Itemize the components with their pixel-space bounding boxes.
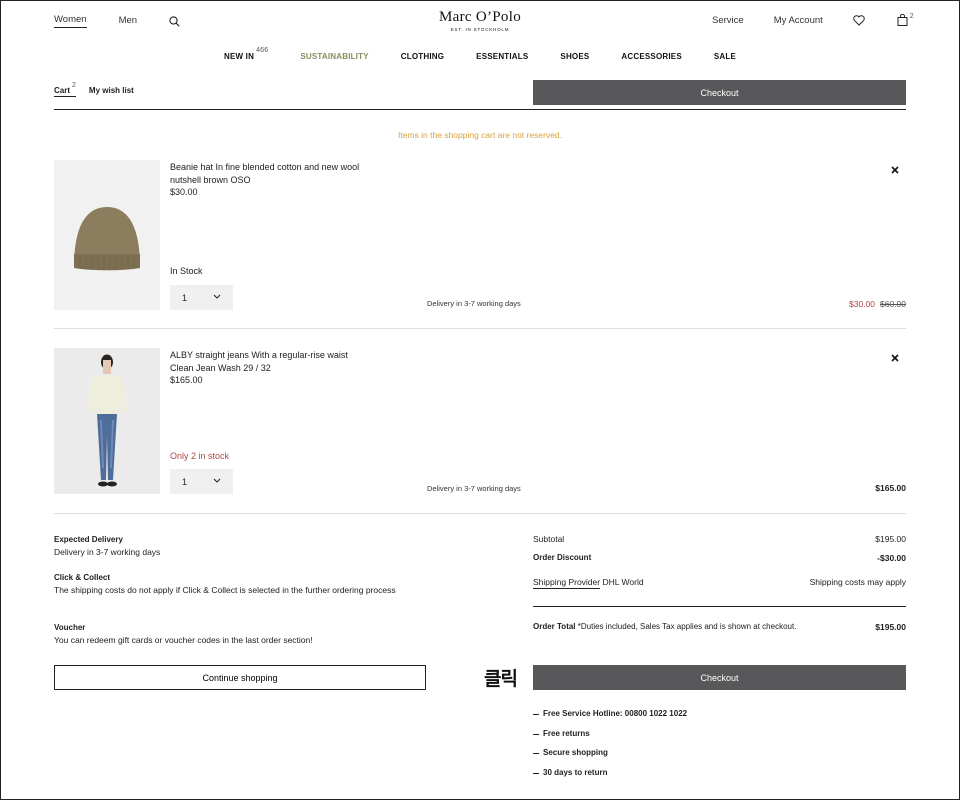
logo-subtitle: EST. IN STOCKHOLM bbox=[450, 27, 510, 32]
product-image-beanie[interactable] bbox=[54, 160, 160, 310]
voucher-info: Voucher You can redeem gift cards or vou… bbox=[54, 621, 414, 647]
shipping-note: Shipping costs may apply bbox=[809, 577, 906, 587]
item-1-stock: In Stock bbox=[170, 266, 203, 276]
item-1-details: Beanie hat In fine blended cotton and ne… bbox=[170, 161, 390, 199]
discount-value: -$30.00 bbox=[877, 553, 906, 563]
continue-shopping-button[interactable]: Continue shopping bbox=[54, 665, 426, 690]
item-2-stock: Only 2 in stock bbox=[170, 451, 230, 461]
shipping-info: Shipping Provider DHL World bbox=[533, 577, 644, 589]
dash-icon bbox=[533, 753, 539, 754]
divider bbox=[54, 513, 906, 514]
subtotal-value: $195.00 bbox=[875, 534, 906, 544]
list-item: Free Service Hotline: 00800 1022 1022 bbox=[533, 709, 687, 729]
benefit-hotline: Free Service Hotline: 00800 1022 1022 bbox=[543, 709, 688, 718]
click-annotation-label: 클릭 bbox=[484, 668, 518, 690]
total-value: $195.00 bbox=[875, 622, 906, 632]
item-2-title[interactable]: ALBY straight jeans With a regular-rise … bbox=[170, 349, 390, 362]
item-1-qty-value: 1 bbox=[182, 292, 188, 303]
voucher-title: Voucher bbox=[54, 623, 86, 632]
tab-wishlist[interactable]: My wish list bbox=[89, 86, 134, 97]
item-2-price: $165.00 bbox=[170, 375, 203, 385]
tab-cart[interactable]: Cart2 bbox=[54, 82, 76, 97]
divider bbox=[54, 328, 906, 329]
click-collect-text: The shipping costs do not apply if Click… bbox=[54, 585, 396, 595]
click-collect-info: Click & Collect The shipping costs do no… bbox=[54, 571, 414, 597]
expected-delivery-info: Expected Delivery Delivery in 3-7 workin… bbox=[54, 533, 414, 559]
remove-item-2-close-icon[interactable] bbox=[889, 351, 901, 363]
total-label-group: Order Total *Duties included, Sales Tax … bbox=[533, 622, 796, 632]
account-nav: Service My Account 2 bbox=[712, 12, 914, 26]
list-item: Free returns bbox=[533, 729, 687, 749]
item-1-quantity-select[interactable]: 1 bbox=[170, 285, 233, 310]
item-2-variant: Clean Jean Wash 29 / 32 bbox=[170, 362, 271, 373]
cart-tabs: Cart2 My wish list bbox=[54, 82, 147, 97]
item-1-sale-price: $30.00 bbox=[849, 299, 875, 309]
click-collect-title: Click & Collect bbox=[54, 573, 111, 582]
benefits-list: Free Service Hotline: 00800 1022 1022 Fr… bbox=[533, 709, 687, 787]
discount-row: Order Discount -$30.00 bbox=[533, 553, 906, 563]
item-1-price: $30.00 bbox=[170, 187, 198, 197]
shipping-row: Shipping Provider DHL World Shipping cos… bbox=[533, 577, 906, 589]
discount-label: Order Discount bbox=[533, 553, 592, 562]
item-2-quantity-select[interactable]: 1 bbox=[170, 469, 233, 494]
item-1-delivery: Delivery in 3-7 working days bbox=[427, 299, 521, 308]
dash-icon bbox=[533, 772, 539, 774]
expected-delivery-title: Expected Delivery bbox=[54, 535, 123, 544]
item-2-qty-value: 1 bbox=[182, 476, 188, 487]
item-2-total: $165.00 bbox=[875, 483, 906, 493]
list-item: 30 days to return bbox=[533, 768, 687, 788]
checkout-button-bottom[interactable]: Checkout bbox=[533, 665, 906, 690]
item-1-old-price: $60.00 bbox=[880, 299, 906, 309]
nav-accessories[interactable]: ACCESSORIES bbox=[621, 52, 681, 61]
total-note: *Duties included, Sales Tax applies and … bbox=[577, 622, 797, 631]
heart-icon[interactable] bbox=[853, 14, 865, 26]
product-image-jeans[interactable] bbox=[54, 348, 160, 494]
subtotal-row: Subtotal $195.00 bbox=[533, 534, 906, 544]
shopping-bag-icon[interactable] bbox=[897, 14, 908, 26]
shipping-provider-link[interactable]: Shipping Provider bbox=[533, 577, 601, 589]
nav-shoes[interactable]: SHOES bbox=[560, 52, 589, 61]
item-2-delivery: Delivery in 3-7 working days bbox=[427, 484, 521, 493]
total-row: Order Total *Duties included, Sales Tax … bbox=[533, 622, 906, 632]
divider bbox=[54, 109, 906, 110]
shipping-provider-name: DHL World bbox=[602, 577, 644, 587]
main-navigation: NEW IN466 SUSTAINABILITY CLOTHING ESSENT… bbox=[0, 47, 960, 61]
new-in-count: 466 bbox=[256, 47, 269, 54]
nav-sustainability[interactable]: SUSTAINABILITY bbox=[300, 52, 368, 61]
benefit-returns: Free returns bbox=[543, 728, 590, 738]
remove-item-1-close-icon[interactable] bbox=[889, 163, 901, 175]
item-2-details: ALBY straight jeans With a regular-rise … bbox=[170, 349, 390, 387]
tab-cart-label: Cart bbox=[54, 86, 71, 95]
benefit-secure: Secure shopping bbox=[543, 748, 608, 757]
benefit-return-window: 30 days to return bbox=[543, 767, 608, 777]
nav-clothing[interactable]: CLOTHING bbox=[401, 52, 444, 61]
chevron-down-icon bbox=[213, 476, 221, 486]
divider bbox=[533, 606, 906, 607]
subtotal-label: Subtotal bbox=[533, 534, 565, 544]
nav-essentials[interactable]: ESSENTIALS bbox=[476, 52, 528, 61]
checkout-button-top[interactable]: Checkout bbox=[533, 80, 906, 105]
item-1-price-summary: $30.00 $60.00 bbox=[849, 299, 906, 309]
expected-delivery-text: Delivery in 3-7 working days bbox=[54, 547, 161, 557]
dash-icon bbox=[533, 733, 539, 735]
cart-count: 2 bbox=[72, 82, 76, 89]
item-1-variant: nutshell brown OSO bbox=[170, 174, 251, 185]
service-link[interactable]: Service bbox=[712, 15, 744, 26]
cart-notice: Items in the shopping cart are not reser… bbox=[398, 130, 562, 140]
chevron-down-icon bbox=[213, 292, 221, 302]
nav-sale[interactable]: SALE bbox=[714, 52, 736, 61]
my-account-link[interactable]: My Account bbox=[774, 15, 823, 26]
nav-new-in[interactable]: NEW IN466 bbox=[223, 47, 268, 61]
total-label: Order Total bbox=[533, 622, 576, 631]
dash-icon bbox=[533, 714, 539, 715]
voucher-text: You can redeem gift cards or voucher cod… bbox=[54, 635, 313, 645]
list-item: Secure shopping bbox=[533, 748, 687, 768]
nav-new-in-label: NEW IN bbox=[223, 52, 255, 61]
bag-count-badge: 2 bbox=[909, 12, 914, 20]
item-1-title[interactable]: Beanie hat In fine blended cotton and ne… bbox=[170, 161, 390, 174]
